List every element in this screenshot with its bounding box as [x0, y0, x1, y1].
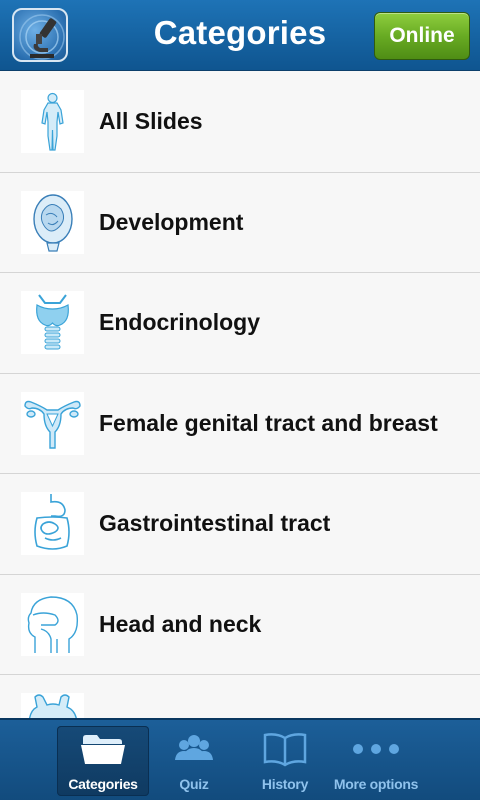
- tab-categories[interactable]: Categories: [57, 726, 149, 796]
- head-profile-icon: [21, 592, 84, 656]
- book-icon: [239, 732, 331, 768]
- tab-more-options[interactable]: More options: [330, 726, 422, 796]
- category-label: Gastrointestinal tract: [99, 510, 331, 536]
- category-row-endocrinology[interactable]: Endocrinology: [0, 273, 480, 374]
- tab-label: More options: [333, 776, 419, 792]
- online-button[interactable]: Online: [374, 12, 470, 60]
- category-row-female-genital-tract[interactable]: Female genital tract and breast: [0, 373, 480, 474]
- category-row-gastrointestinal[interactable]: Gastrointestinal tract: [0, 474, 480, 575]
- fetus-icon: [21, 190, 84, 254]
- human-body-icon: [21, 90, 84, 153]
- tab-history[interactable]: History: [239, 726, 331, 796]
- category-row-development[interactable]: Development: [0, 172, 480, 273]
- category-label: Head and neck: [99, 610, 262, 637]
- heart-icon: [21, 693, 84, 718]
- category-label: Development: [99, 208, 244, 235]
- more-dots-icon: [330, 732, 422, 768]
- tab-label: History: [261, 776, 309, 792]
- category-row-heart[interactable]: [0, 675, 480, 718]
- thyroid-icon: [21, 291, 84, 354]
- tab-label: Categories: [68, 776, 138, 792]
- tab-label: Quiz: [179, 776, 209, 792]
- category-label: Endocrinology: [99, 309, 260, 335]
- people-icon: [148, 732, 240, 768]
- category-row-all-slides[interactable]: All Slides: [0, 72, 480, 173]
- uterus-icon: [21, 391, 84, 455]
- category-row-head-and-neck[interactable]: Head and neck: [0, 574, 480, 675]
- tab-quiz[interactable]: Quiz: [148, 726, 240, 796]
- folder-icon: [57, 732, 149, 768]
- bottom-tab-bar: Categories Quiz History More options: [0, 718, 480, 800]
- category-label: Female genital tract and breast: [99, 409, 438, 436]
- top-bar: Categories Online: [0, 0, 480, 71]
- category-label: All Slides: [99, 108, 203, 134]
- intestines-icon: [21, 492, 84, 555]
- category-list: All Slides Development Endocrinology Fem…: [0, 72, 480, 718]
